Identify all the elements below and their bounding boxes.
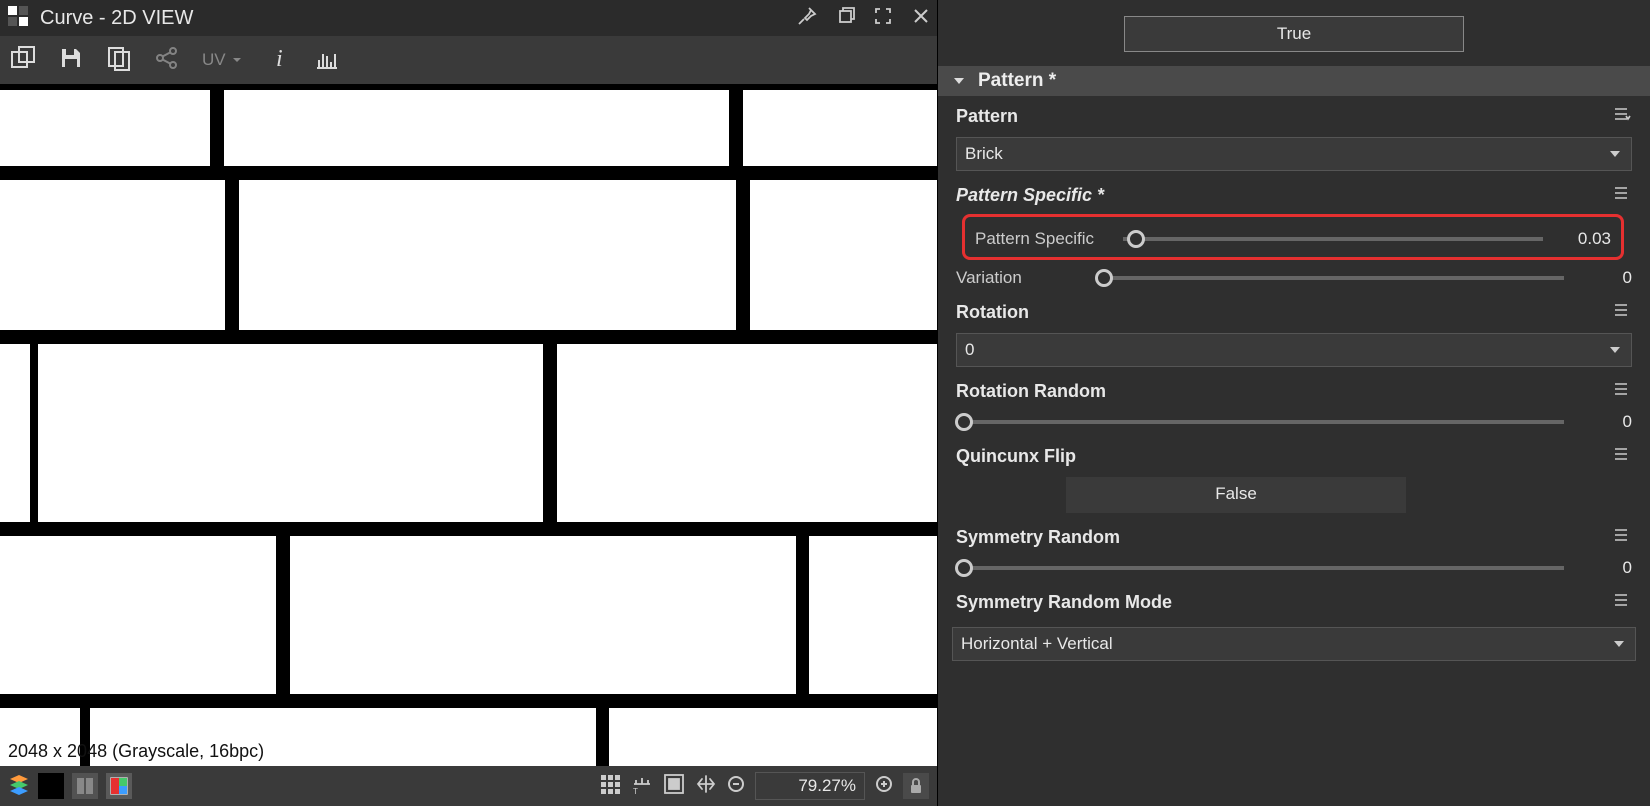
save-icon[interactable]	[58, 45, 84, 76]
grid-icon[interactable]	[599, 773, 621, 800]
rotation-random-label: Rotation Random	[956, 381, 1106, 402]
display-mode-icon[interactable]	[106, 773, 132, 799]
properties-panel: True Pattern * Pattern Brick Pattern Spe…	[938, 0, 1650, 806]
quincunx-flip-button[interactable]: False	[1066, 477, 1406, 513]
viewport-toolbar: UV i	[0, 36, 937, 84]
pattern-specific-label: Pattern Specific	[975, 229, 1115, 249]
param-menu-icon[interactable]	[1612, 300, 1632, 325]
zoom-out-icon[interactable]	[727, 775, 745, 798]
svg-text:T: T	[633, 787, 638, 795]
window-restore-icon[interactable]	[835, 6, 855, 31]
tile-icon[interactable]	[663, 773, 685, 800]
quincunx-flip-label: Quincunx Flip	[956, 446, 1076, 467]
symmetry-random-mode-dropdown[interactable]: Horizontal + Vertical	[952, 627, 1636, 661]
rotation-dropdown[interactable]: 0	[956, 333, 1632, 367]
lock-icon[interactable]	[903, 773, 929, 799]
pan-icon[interactable]	[695, 773, 717, 800]
variation-slider[interactable]: Variation 0	[956, 268, 1632, 288]
zoom-value[interactable]: 79.27%	[755, 772, 865, 800]
pattern-label: Pattern	[956, 106, 1018, 127]
section-title: Pattern *	[978, 70, 1056, 92]
rotation-random-slider[interactable]: 0	[956, 412, 1632, 432]
variation-value: 0	[1572, 268, 1632, 288]
param-menu-icon[interactable]	[1612, 444, 1632, 469]
rotation-value: 0	[965, 340, 974, 360]
copy-icon[interactable]	[106, 45, 132, 76]
new-window-icon[interactable]	[10, 45, 36, 76]
rotation-label: Rotation	[956, 302, 1029, 323]
symmetry-random-mode-label: Symmetry Random Mode	[956, 592, 1172, 613]
maximize-icon[interactable]	[873, 6, 893, 31]
section-header-pattern[interactable]: Pattern *	[938, 66, 1650, 96]
viewport-panel: Curve - 2D VIEW	[0, 0, 938, 806]
symmetry-random-slider[interactable]: 0	[956, 558, 1632, 578]
split-view-icon[interactable]	[72, 773, 98, 799]
canvas[interactable]: 2048 x 2048 (Grayscale, 16bpc)	[0, 84, 937, 766]
rotation-random-value: 0	[1572, 412, 1632, 432]
pattern-dropdown[interactable]: Brick	[956, 137, 1632, 171]
info-icon[interactable]: i	[266, 45, 292, 76]
uv-label: UV	[202, 50, 226, 70]
layers-icon[interactable]	[8, 773, 30, 800]
pattern-value: Brick	[965, 144, 1003, 164]
canvas-info: 2048 x 2048 (Grayscale, 16bpc)	[8, 741, 264, 762]
ruler-icon[interactable]: T	[631, 773, 653, 800]
histogram-icon[interactable]	[314, 45, 340, 76]
symmetry-random-value: 0	[1572, 558, 1632, 578]
pattern-specific-value: 0.03	[1551, 229, 1611, 249]
titlebar: Curve - 2D VIEW	[0, 0, 937, 36]
pattern-specific-header: Pattern Specific *	[956, 185, 1104, 206]
window-title: Curve - 2D VIEW	[40, 7, 785, 30]
param-menu-icon[interactable]	[1612, 590, 1632, 615]
viewport-bottombar: T 79.27%	[0, 766, 937, 806]
svg-text:i: i	[276, 46, 283, 71]
pattern-specific-slider[interactable]: Pattern Specific 0.03	[975, 229, 1611, 249]
symmetry-random-label: Symmetry Random	[956, 527, 1120, 548]
close-icon[interactable]	[911, 6, 931, 31]
share-icon[interactable]	[154, 45, 180, 76]
param-menu-icon[interactable]	[1612, 379, 1632, 404]
param-menu-icon[interactable]	[1612, 104, 1632, 129]
app-icon	[8, 6, 28, 31]
pin-icon[interactable]	[797, 6, 817, 31]
uv-toggle[interactable]: UV	[202, 50, 244, 70]
variation-label: Variation	[956, 268, 1096, 288]
param-menu-icon[interactable]	[1612, 183, 1632, 208]
symmetry-random-mode-value: Horizontal + Vertical	[961, 634, 1113, 654]
param-menu-icon[interactable]	[1612, 525, 1632, 550]
zoom-in-icon[interactable]	[875, 775, 893, 798]
swatch-black[interactable]	[38, 773, 64, 799]
pattern-specific-highlighted: Pattern Specific 0.03	[962, 214, 1624, 260]
true-button[interactable]: True	[1124, 16, 1464, 52]
